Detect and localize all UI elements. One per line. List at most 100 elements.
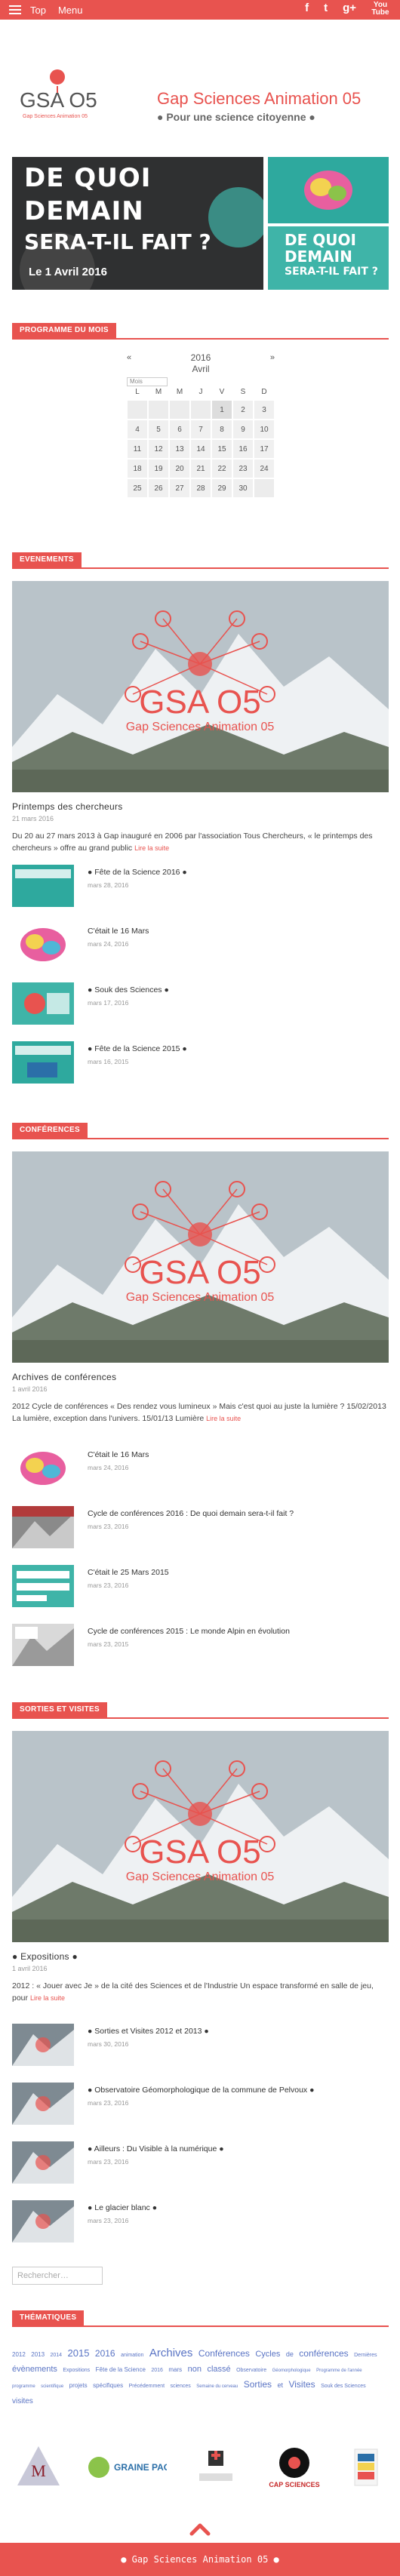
conference-thumb[interactable]: [12, 1447, 74, 1489]
calendar-next[interactable]: »: [270, 353, 275, 362]
conference-title[interactable]: Cycle de conférences 2015 : Le monde Alp…: [88, 1627, 290, 1636]
sorties-read-more[interactable]: Lire la suite: [30, 1994, 65, 2002]
calendar-day[interactable]: 26: [148, 478, 169, 498]
calendar-day[interactable]: 21: [190, 459, 211, 478]
calendar-day[interactable]: 22: [211, 459, 232, 478]
partner-logo[interactable]: CAP SCIENCES: [264, 2443, 325, 2491]
search-input[interactable]: Rechercher…: [12, 2267, 103, 2285]
calendar-day[interactable]: 27: [169, 478, 190, 498]
tag-link[interactable]: Dernières: [354, 2353, 377, 2358]
calendar-day[interactable]: 4: [127, 420, 148, 439]
calendar-day[interactable]: 3: [254, 400, 275, 420]
tag-link[interactable]: Semaine du cerveau: [196, 2384, 238, 2389]
tag-link[interactable]: 2013: [31, 2351, 45, 2358]
conferences-featured-image[interactable]: GSA O5 Gap Sciences Animation 05: [12, 1151, 389, 1363]
event-title[interactable]: ● Fête de la Science 2015 ●: [88, 1044, 187, 1053]
facebook-icon[interactable]: f: [305, 2, 309, 17]
twitter-icon[interactable]: t: [324, 2, 328, 17]
sortie-title[interactable]: ● Le glacier blanc ●: [88, 2203, 157, 2212]
partner-logo[interactable]: [186, 2443, 246, 2491]
calendar-day[interactable]: 13: [169, 439, 190, 459]
tag-link[interactable]: programme: [12, 2384, 35, 2389]
calendar-day[interactable]: 30: [232, 478, 254, 498]
calendar-day[interactable]: 17: [254, 439, 275, 459]
calendar-day[interactable]: 7: [190, 420, 211, 439]
calendar-day[interactable]: 10: [254, 420, 275, 439]
tag-link[interactable]: Archives: [149, 2347, 193, 2359]
calendar-day[interactable]: 9: [232, 420, 254, 439]
list-item[interactable]: C'était le 16 Mars mars 24, 2016: [12, 1447, 389, 1495]
evenements-featured-title[interactable]: Printemps des chercheurs: [12, 801, 123, 812]
calendar-day[interactable]: 29: [211, 478, 232, 498]
banner-main-slide[interactable]: DE QUOI DEMAIN SERA-T-IL FAIT ? Le 1 Avr…: [12, 157, 263, 290]
conference-thumb[interactable]: [12, 1506, 74, 1548]
sorties-featured-image[interactable]: GSA O5 Gap Sciences Animation 05: [12, 1731, 389, 1942]
list-item[interactable]: Cycle de conférences 2015 : Le monde Alp…: [12, 1624, 389, 1672]
tag-link[interactable]: Expositions: [63, 2368, 90, 2373]
partner-logo[interactable]: GRAINE PACA: [84, 2443, 167, 2491]
tag-link[interactable]: non: [188, 2365, 202, 2374]
sortie-thumb[interactable]: [12, 2200, 74, 2242]
conference-thumb[interactable]: [12, 1624, 74, 1666]
tag-link[interactable]: conférences: [299, 2348, 348, 2359]
event-title[interactable]: ● Fête de la Science 2016 ●: [88, 868, 187, 877]
list-item[interactable]: ● Ailleurs : Du Visible à la numérique ●…: [12, 2141, 389, 2190]
tag-link[interactable]: de: [286, 2350, 294, 2358]
sortie-thumb[interactable]: [12, 2024, 74, 2066]
tag-link[interactable]: 2014: [51, 2353, 63, 2358]
calendar-day[interactable]: 2: [232, 400, 254, 420]
conference-title[interactable]: Cycle de conférences 2016 : De quoi dema…: [88, 1509, 294, 1518]
evenements-read-more[interactable]: Lire la suite: [134, 844, 169, 852]
calendar-day[interactable]: 15: [211, 439, 232, 459]
tag-link[interactable]: projets: [69, 2382, 88, 2389]
tag-link[interactable]: Observatoire: [236, 2368, 266, 2373]
partner-logo[interactable]: [343, 2443, 389, 2491]
tag-link[interactable]: scientifique: [41, 2384, 63, 2389]
calendar-day[interactable]: 8: [211, 420, 232, 439]
tag-link[interactable]: Souk des Sciences: [321, 2384, 366, 2389]
tag-link[interactable]: Programme de l'année: [316, 2369, 362, 2373]
banner-slider[interactable]: DE QUOI DEMAIN SERA-T-IL FAIT ? Le 1 Avr…: [12, 157, 389, 290]
event-thumb[interactable]: [12, 865, 74, 907]
list-item[interactable]: C'était le 16 Mars mars 24, 2016: [12, 924, 389, 972]
sortie-thumb[interactable]: [12, 2141, 74, 2184]
sortie-title[interactable]: ● Sorties et Visites 2012 et 2013 ●: [88, 2027, 209, 2036]
tag-link[interactable]: et: [278, 2381, 284, 2389]
conferences-featured-title[interactable]: Archives de conférences: [12, 1372, 116, 1382]
calendar-day[interactable]: 18: [127, 459, 148, 478]
sortie-title[interactable]: ● Ailleurs : Du Visible à la numérique ●: [88, 2144, 224, 2153]
menu-label-menu[interactable]: Menu: [58, 5, 83, 16]
list-item[interactable]: C'était le 25 Mars 2015 mars 23, 2016: [12, 1565, 389, 1613]
tag-link[interactable]: Précédemment: [129, 2384, 165, 2389]
tag-link[interactable]: animation: [121, 2353, 143, 2358]
list-item[interactable]: ● Sorties et Visites 2012 et 2013 ● mars…: [12, 2024, 389, 2072]
sortie-thumb[interactable]: [12, 2083, 74, 2125]
site-logo[interactable]: GSA O5 Gap Sciences Animation 05: [17, 63, 98, 121]
calendar-day[interactable]: 24: [254, 459, 275, 478]
tag-link[interactable]: 2016: [151, 2368, 163, 2373]
calendar-day[interactable]: 5: [148, 420, 169, 439]
list-item[interactable]: ● Fête de la Science 2016 ● mars 28, 201…: [12, 865, 389, 913]
event-thumb[interactable]: [12, 1041, 74, 1084]
event-thumb[interactable]: [12, 982, 74, 1025]
calendar-day[interactable]: 1: [211, 400, 232, 420]
calendar-day[interactable]: 20: [169, 459, 190, 478]
tag-link[interactable]: 2015: [68, 2347, 90, 2359]
tag-link[interactable]: Fête de la Science: [96, 2366, 146, 2373]
tag-link[interactable]: Sorties: [244, 2379, 272, 2390]
site-title[interactable]: Gap Sciences Animation 05: [157, 89, 361, 109]
tag-link[interactable]: visites: [12, 2397, 33, 2405]
event-thumb[interactable]: [12, 924, 74, 966]
sorties-featured-title[interactable]: ● Expositions ●: [12, 1951, 78, 1962]
conference-title[interactable]: C'était le 25 Mars 2015: [88, 1568, 169, 1577]
calendar-day[interactable]: 19: [148, 459, 169, 478]
banner-thumb-1[interactable]: [268, 157, 389, 223]
tag-link[interactable]: spécifiques: [93, 2382, 123, 2389]
list-item[interactable]: ● Souk des Sciences ● mars 17, 2016: [12, 982, 389, 1031]
event-title[interactable]: ● Souk des Sciences ●: [88, 985, 169, 994]
event-title[interactable]: C'était le 16 Mars: [88, 927, 149, 936]
google-plus-icon[interactable]: g+: [343, 2, 356, 17]
conferences-read-more[interactable]: Lire la suite: [206, 1415, 241, 1422]
tag-link[interactable]: mars: [168, 2366, 182, 2373]
calendar-day[interactable]: 14: [190, 439, 211, 459]
